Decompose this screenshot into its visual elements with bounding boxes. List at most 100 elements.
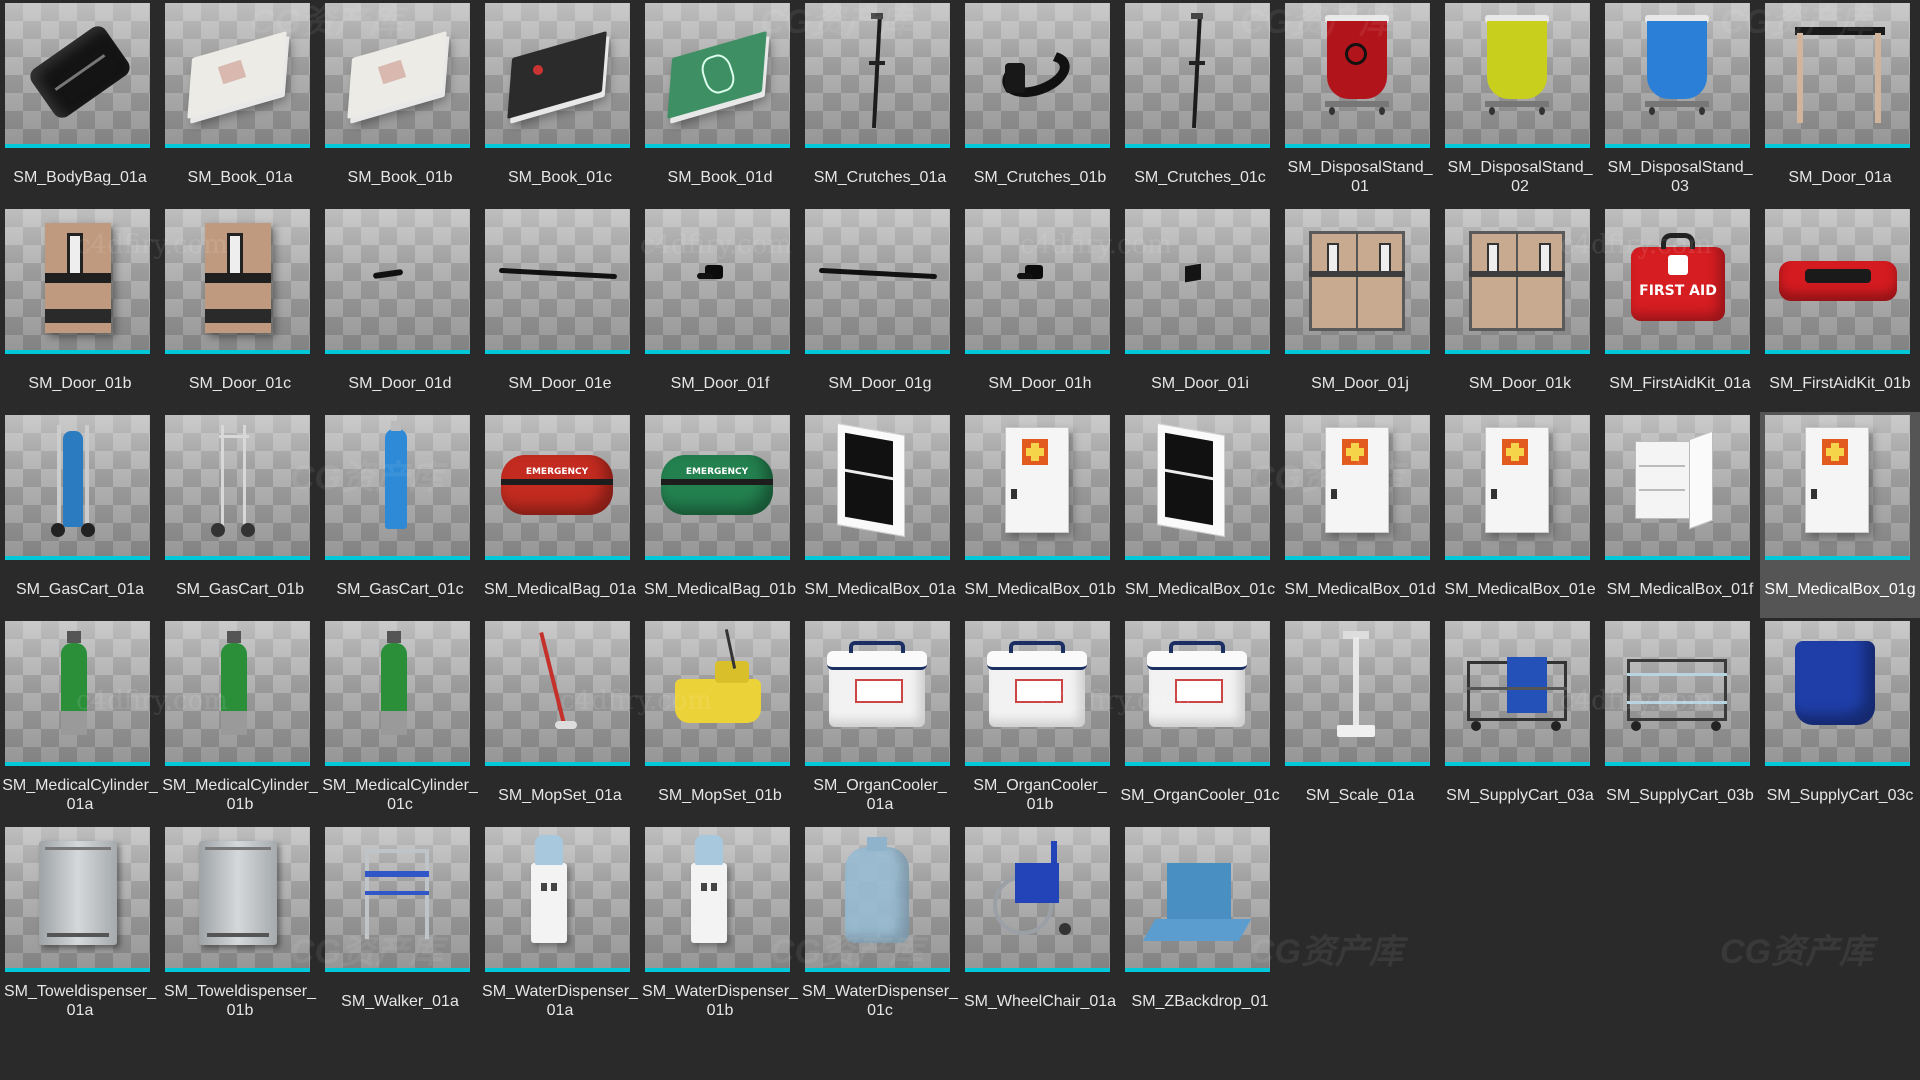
- asset-tile[interactable]: EMERGENCY SM_MedicalBag_01b: [640, 412, 800, 618]
- asset-tile[interactable]: SM_MedicalCylinder_ 01b: [160, 618, 320, 824]
- asset-tile[interactable]: SM_OrganCooler_01c: [1120, 618, 1280, 824]
- asset-thumbnail[interactable]: [645, 827, 790, 972]
- asset-thumbnail[interactable]: [485, 827, 630, 972]
- asset-tile[interactable]: SM_Door_01c: [160, 206, 320, 412]
- asset-thumbnail[interactable]: [325, 415, 470, 560]
- asset-tile[interactable]: SM_Scale_01a: [1280, 618, 1440, 824]
- asset-tile[interactable]: SM_MedicalBox_01f: [1600, 412, 1760, 618]
- asset-tile[interactable]: SM_Door_01d: [320, 206, 480, 412]
- asset-thumbnail[interactable]: [805, 209, 950, 354]
- asset-thumbnail[interactable]: FIRST AID: [1605, 209, 1750, 354]
- asset-tile[interactable]: EMERGENCY SM_MedicalBag_01a: [480, 412, 640, 618]
- asset-tile[interactable]: SM_Book_01c: [480, 0, 640, 206]
- asset-tile[interactable]: SM_Door_01k: [1440, 206, 1600, 412]
- asset-thumbnail[interactable]: [1445, 3, 1590, 148]
- asset-tile[interactable]: SM_MedicalCylinder_ 01a: [0, 618, 160, 824]
- asset-thumbnail[interactable]: [805, 827, 950, 972]
- asset-tile[interactable]: SM_ZBackdrop_01: [1120, 824, 1280, 1030]
- asset-thumbnail[interactable]: [5, 415, 150, 560]
- asset-thumbnail[interactable]: [965, 415, 1110, 560]
- asset-thumbnail[interactable]: [1765, 415, 1910, 560]
- asset-tile[interactable]: SM_Door_01e: [480, 206, 640, 412]
- asset-thumbnail[interactable]: [1125, 209, 1270, 354]
- asset-thumbnail[interactable]: [1765, 209, 1910, 354]
- asset-tile[interactable]: SM_Door_01g: [800, 206, 960, 412]
- asset-thumbnail[interactable]: [5, 3, 150, 148]
- asset-thumbnail[interactable]: [1605, 621, 1750, 766]
- asset-thumbnail[interactable]: [1285, 621, 1430, 766]
- asset-thumbnail[interactable]: [1765, 621, 1910, 766]
- asset-thumbnail[interactable]: [165, 621, 310, 766]
- asset-thumbnail[interactable]: [805, 3, 950, 148]
- asset-thumbnail[interactable]: [485, 621, 630, 766]
- asset-thumbnail[interactable]: EMERGENCY: [645, 415, 790, 560]
- asset-tile[interactable]: SM_MedicalBox_01e: [1440, 412, 1600, 618]
- asset-tile[interactable]: SM_BodyBag_01a: [0, 0, 160, 206]
- asset-tile[interactable]: SM_Door_01b: [0, 206, 160, 412]
- asset-tile[interactable]: SM_MopSet_01a: [480, 618, 640, 824]
- asset-tile[interactable]: SM_Book_01d: [640, 0, 800, 206]
- asset-thumbnail[interactable]: [1125, 3, 1270, 148]
- asset-thumbnail[interactable]: EMERGENCY: [485, 415, 630, 560]
- asset-thumbnail[interactable]: [645, 621, 790, 766]
- asset-thumbnail[interactable]: [1765, 3, 1910, 148]
- asset-thumbnail[interactable]: [325, 827, 470, 972]
- asset-thumbnail[interactable]: [5, 209, 150, 354]
- asset-tile[interactable]: SM_OrganCooler_ 01b: [960, 618, 1120, 824]
- asset-thumbnail[interactable]: [965, 621, 1110, 766]
- asset-tile[interactable]: SM_SupplyCart_03c: [1760, 618, 1920, 824]
- asset-tile[interactable]: SM_Walker_01a: [320, 824, 480, 1030]
- asset-thumbnail[interactable]: [1605, 415, 1750, 560]
- asset-tile[interactable]: SM_MopSet_01b: [640, 618, 800, 824]
- asset-tile[interactable]: SM_Book_01a: [160, 0, 320, 206]
- asset-thumbnail[interactable]: [965, 209, 1110, 354]
- asset-thumbnail[interactable]: [485, 209, 630, 354]
- asset-thumbnail[interactable]: [1445, 209, 1590, 354]
- asset-tile[interactable]: SM_GasCart_01a: [0, 412, 160, 618]
- asset-thumbnail[interactable]: [165, 827, 310, 972]
- asset-tile[interactable]: SM_MedicalBox_01a: [800, 412, 960, 618]
- asset-thumbnail[interactable]: [485, 3, 630, 148]
- asset-thumbnail[interactable]: [165, 209, 310, 354]
- asset-thumbnail[interactable]: [1125, 415, 1270, 560]
- asset-tile[interactable]: SM_DisposalStand_ 03: [1600, 0, 1760, 206]
- asset-tile[interactable]: FIRST AID SM_FirstAidKit_01a: [1600, 206, 1760, 412]
- asset-tile[interactable]: SM_MedicalBox_01b: [960, 412, 1120, 618]
- asset-thumbnail[interactable]: [1125, 621, 1270, 766]
- asset-thumbnail[interactable]: [645, 209, 790, 354]
- asset-thumbnail[interactable]: [1285, 209, 1430, 354]
- asset-thumbnail[interactable]: [965, 3, 1110, 148]
- asset-tile[interactable]: SM_Book_01b: [320, 0, 480, 206]
- asset-tile[interactable]: SM_Door_01a: [1760, 0, 1920, 206]
- asset-tile[interactable]: SM_GasCart_01c: [320, 412, 480, 618]
- asset-tile[interactable]: SM_DisposalStand_ 01: [1280, 0, 1440, 206]
- asset-tile[interactable]: SM_Door_01h: [960, 206, 1120, 412]
- asset-tile[interactable]: SM_SupplyCart_03a: [1440, 618, 1600, 824]
- asset-thumbnail[interactable]: [1605, 3, 1750, 148]
- asset-tile[interactable]: SM_Crutches_01b: [960, 0, 1120, 206]
- asset-tile[interactable]: SM_Toweldispenser_ 01b: [160, 824, 320, 1030]
- asset-tile[interactable]: SM_SupplyCart_03b: [1600, 618, 1760, 824]
- asset-tile[interactable]: SM_MedicalCylinder_ 01c: [320, 618, 480, 824]
- asset-tile[interactable]: SM_Door_01i: [1120, 206, 1280, 412]
- asset-tile[interactable]: SM_WaterDispenser_ 01b: [640, 824, 800, 1030]
- asset-thumbnail[interactable]: [1285, 3, 1430, 148]
- asset-tile[interactable]: SM_Toweldispenser_ 01a: [0, 824, 160, 1030]
- asset-tile[interactable]: SM_DisposalStand_ 02: [1440, 0, 1600, 206]
- asset-tile[interactable]: SM_Crutches_01c: [1120, 0, 1280, 206]
- asset-thumbnail[interactable]: [645, 3, 790, 148]
- asset-thumbnail[interactable]: [325, 621, 470, 766]
- asset-tile[interactable]: SM_Crutches_01a: [800, 0, 960, 206]
- asset-tile[interactable]: SM_WaterDispenser_ 01a: [480, 824, 640, 1030]
- asset-tile[interactable]: SM_MedicalBox_01d: [1280, 412, 1440, 618]
- asset-thumbnail[interactable]: [165, 415, 310, 560]
- asset-tile[interactable]: SM_MedicalBox_01c: [1120, 412, 1280, 618]
- asset-thumbnail[interactable]: [1285, 415, 1430, 560]
- asset-tile[interactable]: SM_MedicalBox_01g: [1760, 412, 1920, 618]
- asset-tile[interactable]: SM_FirstAidKit_01b: [1760, 206, 1920, 412]
- asset-thumbnail[interactable]: [805, 621, 950, 766]
- asset-tile[interactable]: SM_Door_01j: [1280, 206, 1440, 412]
- asset-thumbnail[interactable]: [165, 3, 310, 148]
- asset-tile[interactable]: SM_Door_01f: [640, 206, 800, 412]
- asset-thumbnail[interactable]: [805, 415, 950, 560]
